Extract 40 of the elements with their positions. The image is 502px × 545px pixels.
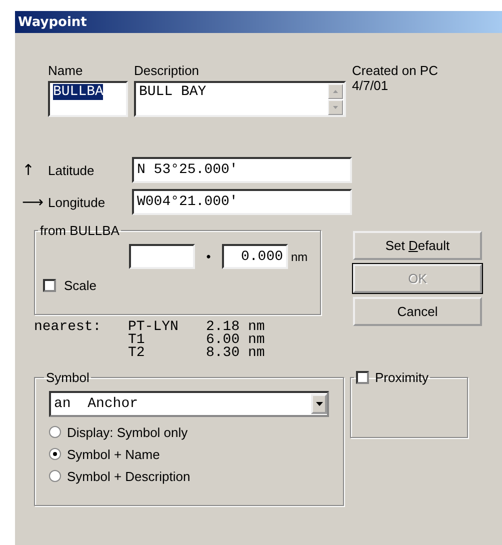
waypoint-distance: 6.00 nm [206, 334, 265, 347]
nearest-label: nearest: [34, 321, 102, 337]
checkbox-label: Scale [64, 278, 97, 293]
created-text: 4/7/01 [352, 78, 390, 93]
waypoint-name: T2 [128, 347, 146, 360]
window-title: Waypoint [18, 14, 87, 30]
symbol-dropdown[interactable]: an Anchor [49, 391, 329, 417]
radio-button[interactable] [49, 470, 61, 482]
radio-label: Symbol + Name [67, 446, 160, 462]
group-title: from BULLBA [39, 223, 120, 238]
spin-buttons[interactable] [328, 84, 343, 115]
waypoint-name: PT-LYN [128, 321, 180, 334]
radio-button[interactable] [49, 426, 61, 438]
coordinate-label: Latitude [48, 162, 96, 178]
dialog-button[interactable]: Set Default [353, 231, 482, 260]
name-field[interactable]: BULLBA [48, 81, 128, 117]
coordinate-field[interactable]: W004°21.000' [132, 189, 352, 215]
coordinate-label: Longitude [48, 194, 106, 210]
dialog-button[interactable]: Cancel [353, 297, 482, 326]
arrow-icon: ⟶ [22, 193, 48, 211]
group-title: Symbol [45, 370, 90, 385]
arrow-icon: ↑ [22, 161, 48, 179]
waypoint-distance: 2.18 nm [206, 321, 265, 334]
unit-label: nm [291, 250, 308, 264]
name-label: Name [48, 63, 84, 78]
separator-dot: • [205, 249, 212, 264]
proximity-checkbox[interactable] [356, 371, 369, 384]
waypoint-distance: 8.30 nm [206, 347, 265, 360]
description-label: Description [134, 63, 200, 78]
created-text: Created on PC [352, 63, 438, 78]
coordinate-field[interactable]: N 53°25.000' [132, 157, 352, 183]
distance-field[interactable]: 0.000 [222, 244, 288, 269]
scale-checkbox[interactable] [43, 279, 56, 292]
description-field[interactable]: BULL BAY [134, 81, 346, 117]
waypoint-name: T1 [128, 334, 146, 347]
radio-label: Display: Symbol only [67, 424, 188, 440]
radio-label: Symbol + Description [67, 468, 190, 484]
radio-button[interactable] [49, 448, 61, 460]
bearing-field[interactable] [129, 244, 195, 269]
checkbox-label: Proximity [375, 370, 428, 385]
